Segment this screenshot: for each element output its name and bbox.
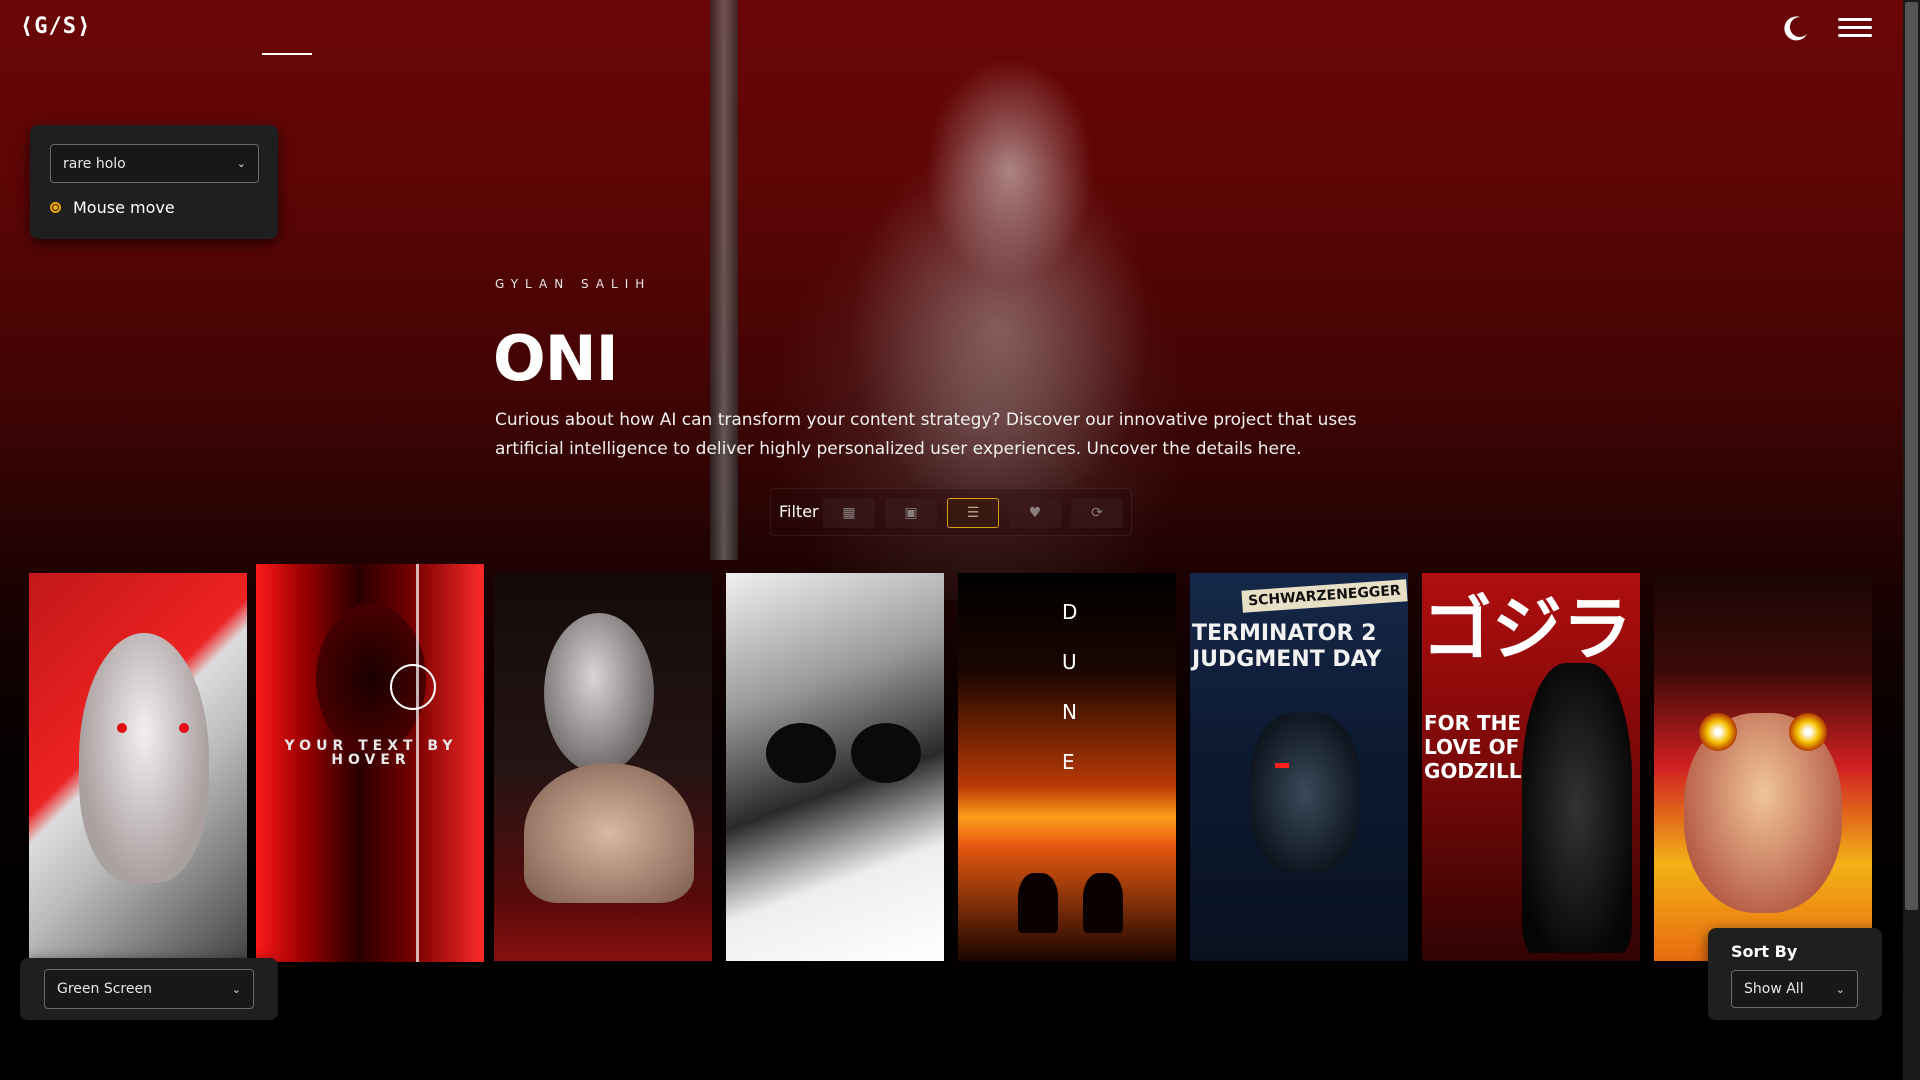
refresh-icon[interactable]: ⟳ <box>1071 498 1123 528</box>
filter-bar: Filter ▦ ▣ ☰ ♥ ⟳ <box>770 488 1132 536</box>
nav-indicator <box>262 53 312 55</box>
effect-panel: rare holo ⌄ Mouse move <box>30 125 278 239</box>
dune-title: D U N E <box>1062 600 1078 774</box>
bottom-left-panel: Green Screen ⌄ <box>20 958 278 1020</box>
godzilla-title: ゴジラ <box>1422 588 1632 670</box>
sort-title: Sort By <box>1731 942 1798 961</box>
filter-label: Filter <box>779 502 819 521</box>
sort-select[interactable]: Show All ⌄ <box>1731 970 1858 1008</box>
effect-select-value: rare holo <box>63 155 126 172</box>
list-icon[interactable]: ☰ <box>947 498 999 528</box>
page-title: ONI <box>493 322 619 395</box>
radio-label: Mouse move <box>73 198 175 217</box>
chevron-down-icon: ⌄ <box>1835 982 1845 996</box>
grid-small-icon[interactable]: ▣ <box>885 498 937 528</box>
site-logo[interactable]: ⟨G/S⟩ <box>20 14 91 39</box>
terminator-poster-card[interactable]: SCHWARZENEGGER TERMINATOR 2 JUDGMENT DAY <box>1190 573 1408 961</box>
page-scrollbar[interactable] <box>1903 0 1920 1080</box>
author-name: GYLAN SALIH <box>495 277 652 291</box>
background-select-value: Green Screen <box>57 981 152 997</box>
grid-large-icon[interactable]: ▦ <box>823 498 875 528</box>
sort-panel: Sort By Show All ⌄ <box>1708 928 1882 1020</box>
sort-select-value: Show All <box>1744 981 1804 997</box>
chevron-down-icon: ⌄ <box>231 982 241 996</box>
fire-eyes-anime-card[interactable] <box>1654 573 1872 961</box>
chevron-down-icon: ⌄ <box>236 157 246 170</box>
white-hair-anime-card[interactable] <box>29 573 247 961</box>
target-circle <box>390 664 436 710</box>
mouse-move-radio[interactable]: Mouse move <box>50 198 175 217</box>
terminator-top-text: SCHWARZENEGGER <box>1241 579 1408 613</box>
effect-select[interactable]: rare holo ⌄ <box>50 144 259 183</box>
heart-icon[interactable]: ♥ <box>1009 498 1061 528</box>
hover-text: YOUR TEXT BY HOVER <box>284 738 458 768</box>
red-oni-hover-card[interactable]: YOUR TEXT BY HOVER <box>256 564 484 962</box>
godzilla-subtitle: FOR THE LOVE OF GODZILLA <box>1424 711 1537 783</box>
sunglasses-manga-card[interactable] <box>726 573 944 961</box>
hamburger-menu-icon[interactable] <box>1838 18 1872 38</box>
horned-woman-card[interactable] <box>494 573 712 961</box>
background-select[interactable]: Green Screen ⌄ <box>44 969 254 1009</box>
scrollbar-thumb[interactable] <box>1905 2 1918 910</box>
terminator-title: TERMINATOR 2 JUDGMENT DAY <box>1192 621 1382 672</box>
dune-poster-card[interactable]: D U N E <box>958 573 1176 961</box>
radio-icon <box>50 202 61 213</box>
godzilla-poster-card[interactable]: ゴジラ FOR THE LOVE OF GODZILLA <box>1422 573 1640 961</box>
hero-description: Curious about how AI can transform your … <box>495 410 1357 459</box>
moon-icon[interactable] <box>1782 14 1810 42</box>
